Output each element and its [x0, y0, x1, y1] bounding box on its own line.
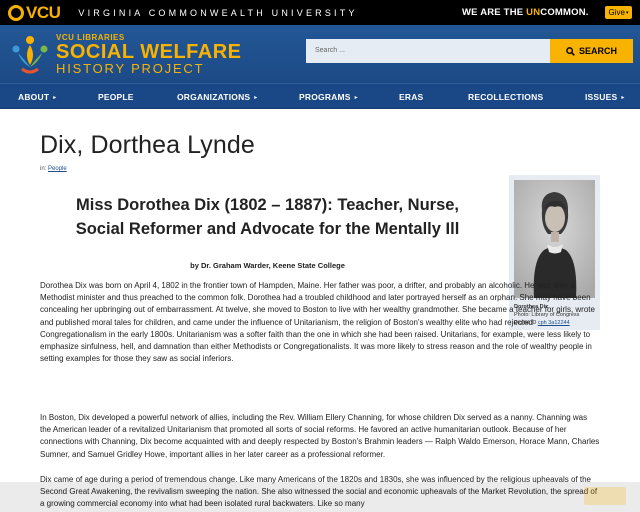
- slogan-part: WE ARE THE: [462, 7, 527, 18]
- nav-item-issues[interactable]: ISSUES ▸: [585, 92, 625, 102]
- page-title: Dix, Dorthea Lynde: [40, 131, 255, 159]
- nav-label: RECOLLECTIONS: [468, 92, 544, 102]
- slogan-highlight: UN: [526, 7, 541, 18]
- main-nav: ABOUT ▸ PEOPLE ORGANIZATIONS ▸ PROGRAMS ▸ E…: [0, 83, 640, 109]
- body-paragraph: In Boston, Dix developed a powerful netw…: [40, 413, 600, 459]
- search-input[interactable]: Search ...: [306, 39, 552, 63]
- category-breadcrumb: in: People: [40, 166, 67, 172]
- site-title-main: SOCIAL WELFARE: [56, 41, 242, 63]
- site-title-history: HISTORY PROJECT: [56, 61, 205, 76]
- body-paragraph: Dorothea Dix was born on April 4, 1802 i…: [40, 281, 595, 364]
- article-title-line: Miss Dorothea Dix (1802 – 1887): Teacher…: [75, 196, 460, 214]
- slogan-part: COMMON.: [540, 7, 589, 18]
- site-header: VCU LIBRARIES SOCIAL WELFARE HISTORY PRO…: [0, 25, 640, 83]
- cookie-banner: [0, 482, 640, 512]
- site-title[interactable]: VCU LIBRARIES SOCIAL WELFARE HISTORY PRO…: [56, 33, 242, 75]
- vcu-logo[interactable]: VCU: [8, 2, 61, 23]
- search-icon: [566, 46, 575, 56]
- chevron-right-icon: ▸: [53, 95, 57, 101]
- nav-item-organizations[interactable]: ORGANIZATIONS ▸: [177, 92, 258, 102]
- category-prefix: in:: [40, 166, 49, 172]
- nav-item-programs[interactable]: PROGRAMS ▸: [299, 92, 358, 102]
- search-button-label: SEARCH: [578, 46, 617, 56]
- swhp-logo-icon[interactable]: [8, 33, 52, 77]
- chevron-right-icon: ▸: [254, 95, 258, 101]
- article-title: Miss Dorothea Dix (1802 – 1887): Teacher…: [40, 193, 495, 241]
- nav-item-recollections[interactable]: RECOLLECTIONS: [468, 92, 543, 102]
- nav-label: PEOPLE: [98, 92, 134, 102]
- search-button[interactable]: SEARCH: [550, 39, 633, 63]
- nav-label: ISSUES: [585, 92, 618, 102]
- university-name[interactable]: VIRGINIA COMMONWEALTH UNIVERSITY: [78, 8, 357, 18]
- nav-item-about[interactable]: ABOUT ▸: [18, 92, 56, 102]
- nav-item-eras[interactable]: ERAS: [399, 92, 423, 102]
- nav-label: ABOUT: [18, 92, 50, 102]
- vcu-logo-text: VCU: [26, 2, 61, 22]
- nav-label: ORGANIZATIONS: [177, 92, 251, 102]
- cookie-accept-button[interactable]: [584, 487, 626, 505]
- chevron-down-icon: ▾: [625, 9, 629, 16]
- vcu-ring-icon: [8, 4, 24, 21]
- byline: by Dr. Graham Warder, Keene State Colleg…: [190, 261, 345, 270]
- nav-label: ERAS: [399, 92, 424, 102]
- category-link-people[interactable]: People: [48, 166, 67, 172]
- nav-label: PROGRAMS: [299, 92, 351, 102]
- give-label: Give: [608, 8, 625, 17]
- vcu-slogan[interactable]: WE ARE THE UNCOMMON.: [462, 7, 589, 18]
- nav-item-people[interactable]: PEOPLE: [98, 92, 134, 102]
- chevron-right-icon: ▸: [621, 95, 625, 101]
- give-button[interactable]: Give ▾: [605, 6, 632, 19]
- article-title-line: Social Reformer and Advocate for the Men…: [75, 220, 460, 238]
- chevron-right-icon: ▸: [354, 95, 358, 101]
